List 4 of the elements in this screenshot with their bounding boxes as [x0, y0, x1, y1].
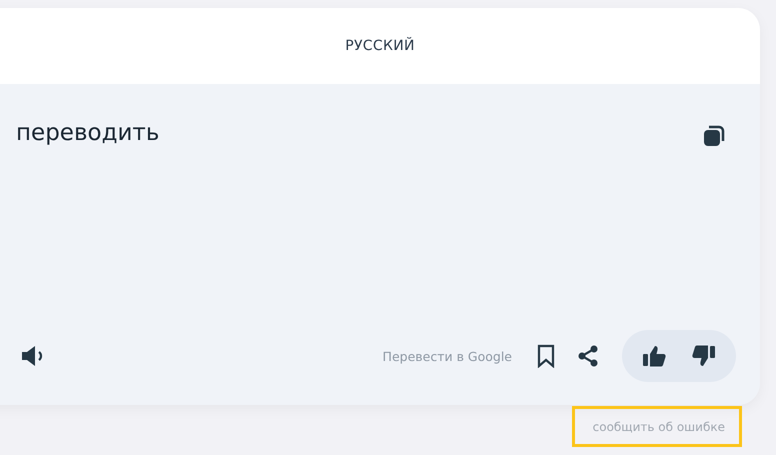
google-translate-link[interactable]: Перевести в Google — [382, 348, 512, 364]
language-label: РУССКИЙ — [345, 38, 415, 54]
translation-text: переводить — [16, 120, 160, 146]
report-error-link[interactable]: сообщить об ошибке — [572, 406, 742, 447]
